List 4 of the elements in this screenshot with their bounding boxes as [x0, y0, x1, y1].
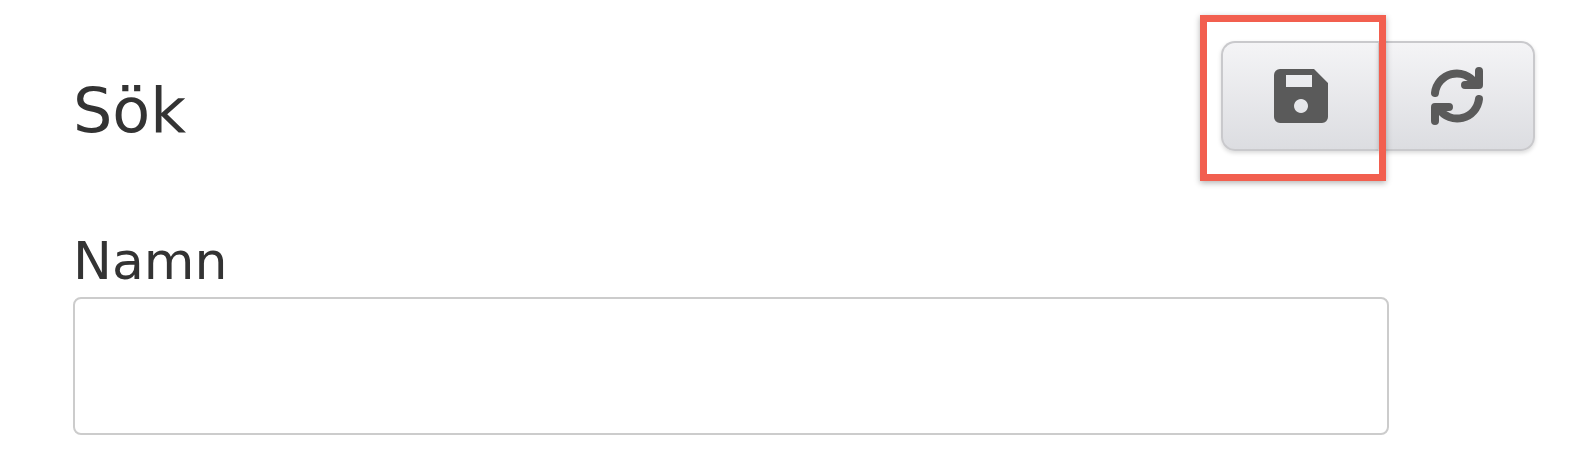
- page-title: Sök: [73, 73, 187, 149]
- save-button[interactable]: [1221, 41, 1378, 151]
- field-label: Namn: [73, 230, 229, 293]
- input-field[interactable]: [73, 297, 1389, 435]
